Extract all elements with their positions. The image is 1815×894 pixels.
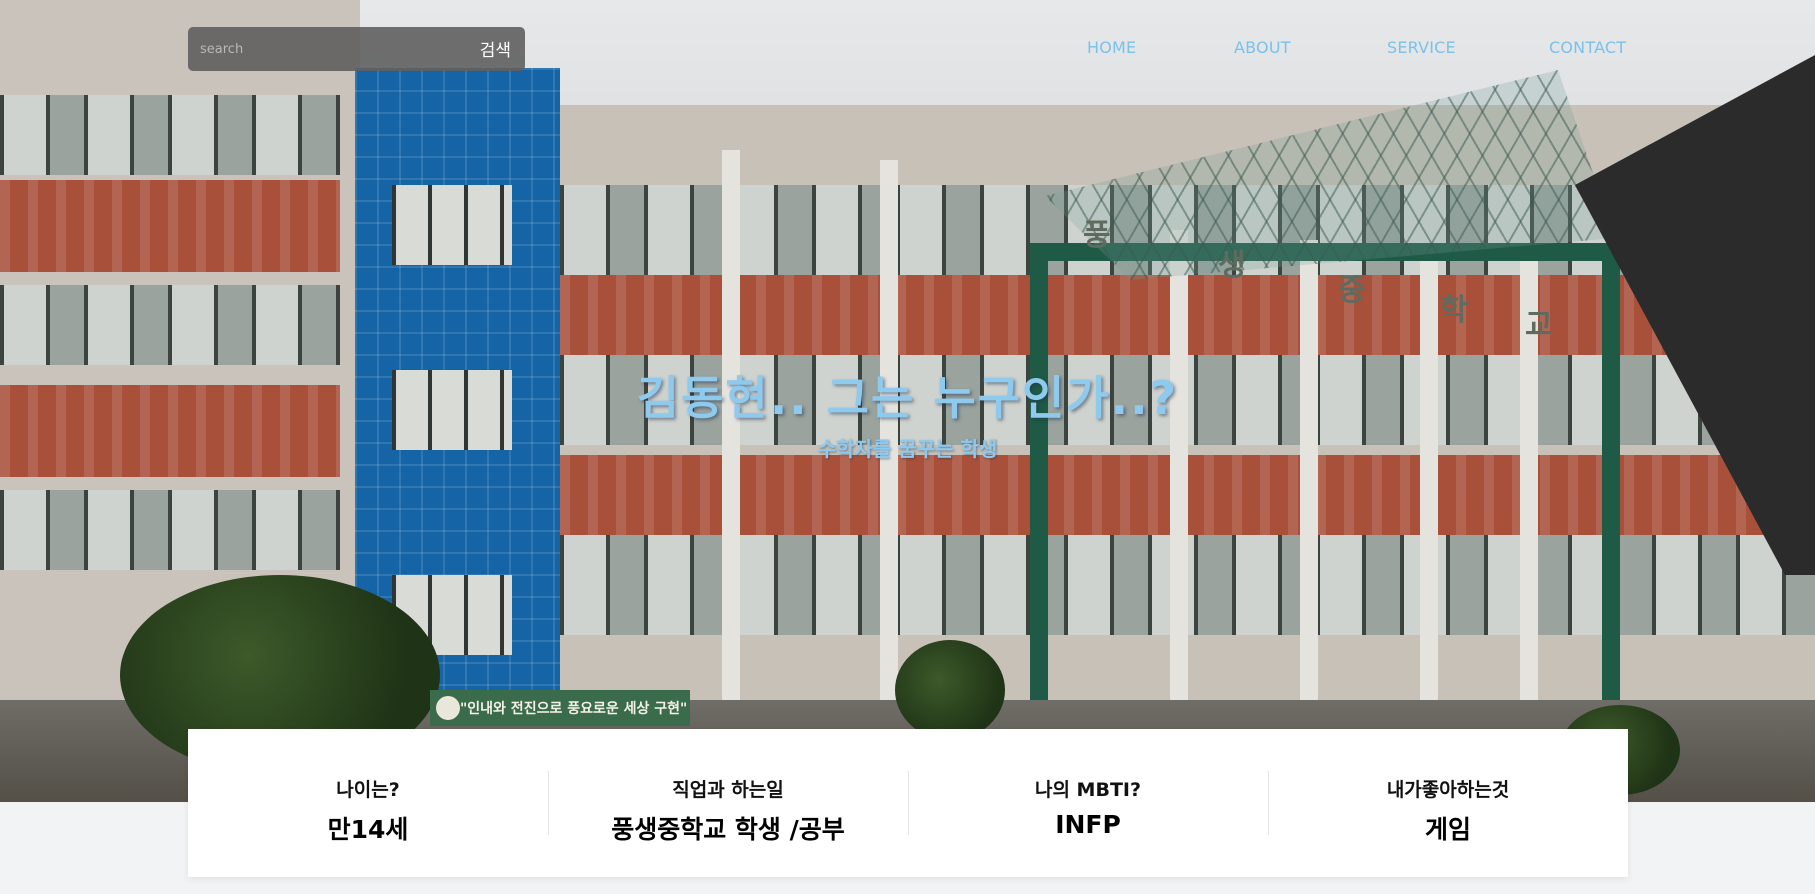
info-value: INFP bbox=[1055, 810, 1121, 839]
school-motto-sign: "인내와 전진으로 풍요로운 세상 구현" bbox=[430, 690, 690, 726]
info-label: 나이는? bbox=[336, 779, 400, 801]
tree bbox=[895, 640, 1005, 740]
info-card: 나이는? 만14세 직업과 하는일 풍생중학교 학생 /공부 나의 MBTI? … bbox=[188, 729, 1628, 877]
info-value: 만14세 bbox=[327, 815, 409, 844]
info-label: 나의 MBTI? bbox=[1034, 779, 1141, 801]
main-nav: HOME ABOUT SERVICE CONTACT bbox=[1050, 38, 1680, 62]
info-item-hobby: 내가좋아하는것 게임 bbox=[1268, 729, 1628, 877]
school-emblem-icon bbox=[436, 696, 460, 720]
info-label: 내가좋아하는것 bbox=[1386, 779, 1510, 801]
nav-contact-link[interactable]: CONTACT bbox=[1549, 38, 1626, 57]
search-input[interactable] bbox=[188, 27, 448, 71]
info-item-job: 직업과 하는일 풍생중학교 학생 /공부 bbox=[548, 729, 908, 877]
info-item-mbti: 나의 MBTI? INFP bbox=[908, 729, 1268, 877]
info-item-age: 나이는? 만14세 bbox=[188, 729, 548, 877]
info-value: 게임 bbox=[1424, 815, 1471, 844]
hero-title: 김동현.. 그는 누구인가..? bbox=[636, 371, 1179, 425]
search-box: 검색 bbox=[188, 27, 525, 71]
hero-subtitle: 수학자를 꿈꾸는 학생 bbox=[817, 437, 998, 461]
nav-about-link[interactable]: ABOUT bbox=[1234, 38, 1291, 57]
nav-service-link[interactable]: SERVICE bbox=[1387, 38, 1456, 57]
info-value: 풍생중학교 학생 /공부 bbox=[611, 815, 845, 844]
nav-home-link[interactable]: HOME bbox=[1087, 38, 1136, 57]
info-label: 직업과 하는일 bbox=[672, 779, 784, 801]
search-button[interactable]: 검색 bbox=[480, 36, 511, 61]
